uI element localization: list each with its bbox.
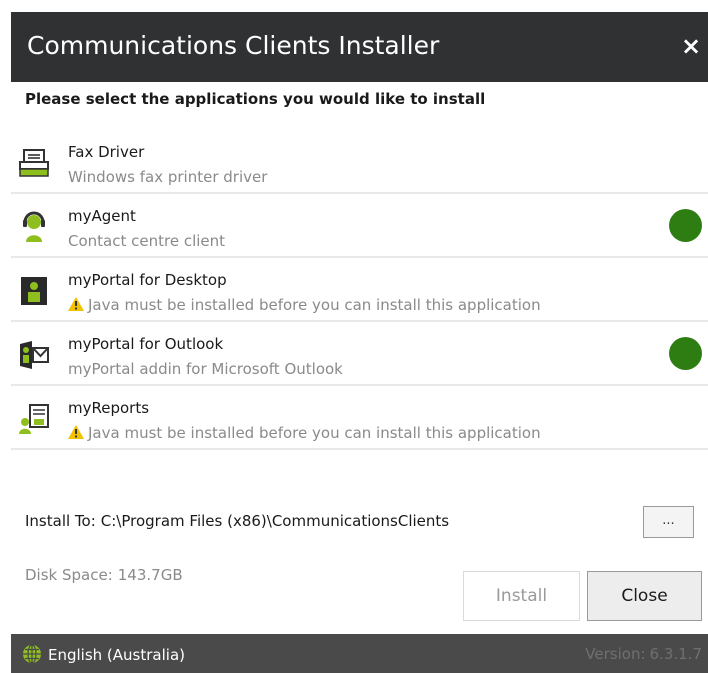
app-row-myagent[interactable]: myAgent Contact centre client — [11, 194, 708, 258]
disk-space-label: Disk Space: — [25, 566, 113, 584]
install-to-label: Install To: — [25, 512, 96, 530]
version-info: Version: 6.3.1.7 — [585, 645, 702, 663]
install-path: C:\Program Files (x86)\CommunicationsCli… — [100, 512, 450, 530]
footer-bar: English (Australia) Version: 6.3.1.7 — [11, 634, 708, 673]
headset-agent-icon — [18, 211, 50, 243]
warning-text: Java must be installed before you can in… — [88, 296, 541, 314]
installer-window: Communications Clients Installer × Pleas… — [0, 0, 708, 673]
browse-button[interactable]: ... — [643, 506, 694, 538]
close-window-button[interactable]: × — [676, 28, 706, 64]
app-name: myPortal for Outlook — [68, 335, 224, 353]
fax-printer-icon — [18, 147, 50, 179]
instruction-text: Please select the applications you would… — [25, 90, 486, 108]
app-description: Java must be installed before you can in… — [68, 296, 541, 314]
reports-chart-icon — [18, 403, 50, 435]
app-description: Java must be installed before you can in… — [68, 424, 541, 442]
disk-space: Disk Space: 143.7GB — [25, 566, 183, 584]
app-row-myreports[interactable]: myReports Java must be installed before … — [11, 386, 708, 450]
selected-indicator[interactable] — [669, 337, 702, 370]
app-name: Fax Driver — [68, 143, 145, 161]
install-button[interactable]: Install — [463, 571, 580, 621]
outlook-portal-icon — [18, 339, 50, 371]
app-description: myPortal addin for Microsoft Outlook — [68, 360, 343, 378]
app-description: Contact centre client — [68, 232, 226, 250]
app-name: myReports — [68, 399, 150, 417]
version-label: Version: — [585, 645, 646, 663]
app-row-fax-driver[interactable]: Fax Driver Windows fax printer driver — [11, 130, 708, 194]
app-row-myportal-outlook[interactable]: myPortal for Outlook myPortal addin for … — [11, 322, 708, 386]
application-list: Fax Driver Windows fax printer driver my… — [11, 130, 708, 450]
app-name: myPortal for Desktop — [68, 271, 227, 289]
app-name: myAgent — [68, 207, 136, 225]
warning-icon — [68, 425, 84, 439]
language-label: English (Australia) — [48, 646, 185, 664]
disk-space-value: 143.7GB — [117, 566, 183, 584]
portal-desktop-icon — [18, 275, 50, 307]
app-description: Windows fax printer driver — [68, 168, 268, 186]
globe-icon — [22, 644, 42, 664]
selected-indicator[interactable] — [669, 209, 702, 242]
close-button[interactable]: Close — [587, 571, 702, 621]
warning-text: Java must be installed before you can in… — [88, 424, 541, 442]
install-location: Install To: C:\Program Files (x86)\Commun… — [25, 512, 449, 530]
language-selector[interactable]: English (Australia) — [22, 644, 185, 664]
app-row-myportal-desktop[interactable]: myPortal for Desktop Java must be instal… — [11, 258, 708, 322]
warning-icon — [68, 297, 84, 311]
title-bar: Communications Clients Installer × — [11, 12, 708, 82]
window-title: Communications Clients Installer — [27, 31, 440, 60]
version-number: 6.3.1.7 — [649, 645, 702, 663]
